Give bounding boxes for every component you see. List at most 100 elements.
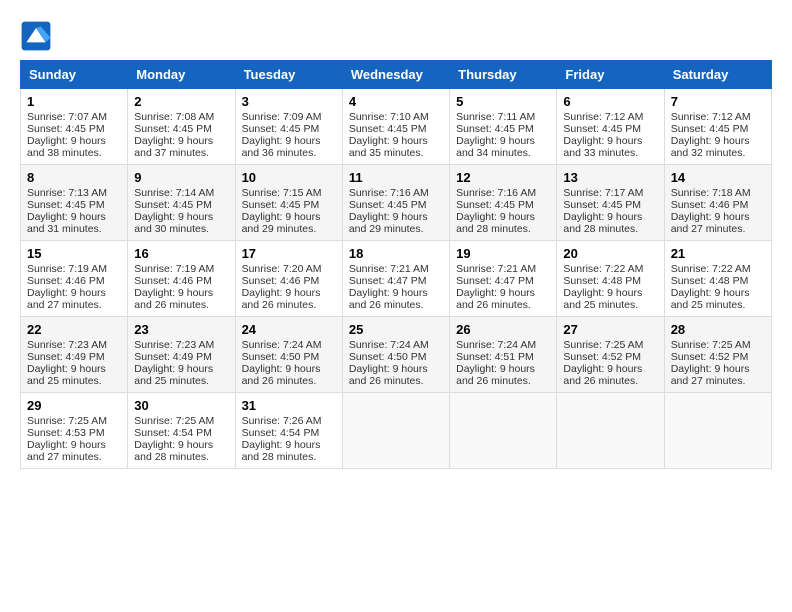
sunrise-label: Sunrise: 7:13 AM — [27, 187, 107, 199]
day-number: 29 — [27, 398, 121, 413]
day-number: 28 — [671, 322, 765, 337]
sunrise-label: Sunrise: 7:21 AM — [456, 263, 536, 275]
day-number: 2 — [134, 94, 228, 109]
sunrise-label: Sunrise: 7:25 AM — [671, 339, 751, 351]
daylight-minutes: and 26 minutes. — [134, 299, 209, 311]
day-number: 1 — [27, 94, 121, 109]
sunset-label: Sunset: 4:45 PM — [456, 123, 534, 135]
daylight-label: Daylight: 9 hours — [242, 363, 321, 375]
daylight-label: Daylight: 9 hours — [456, 135, 535, 147]
day-number: 30 — [134, 398, 228, 413]
sunrise-label: Sunrise: 7:12 AM — [563, 111, 643, 123]
daylight-minutes: and 33 minutes. — [563, 147, 638, 159]
daylight-minutes: and 26 minutes. — [349, 299, 424, 311]
day-number: 19 — [456, 246, 550, 261]
daylight-label: Daylight: 9 hours — [671, 211, 750, 223]
calendar-cell: 3 Sunrise: 7:09 AM Sunset: 4:45 PM Dayli… — [235, 89, 342, 165]
sunrise-label: Sunrise: 7:19 AM — [27, 263, 107, 275]
day-number: 18 — [349, 246, 443, 261]
day-number: 12 — [456, 170, 550, 185]
daylight-label: Daylight: 9 hours — [671, 287, 750, 299]
calendar-cell: 14 Sunrise: 7:18 AM Sunset: 4:46 PM Dayl… — [664, 165, 771, 241]
daylight-label: Daylight: 9 hours — [134, 363, 213, 375]
sunrise-label: Sunrise: 7:09 AM — [242, 111, 322, 123]
calendar-cell — [664, 393, 771, 469]
day-number: 6 — [563, 94, 657, 109]
daylight-label: Daylight: 9 hours — [27, 135, 106, 147]
sunrise-label: Sunrise: 7:12 AM — [671, 111, 751, 123]
daylight-minutes: and 28 minutes. — [134, 451, 209, 463]
sunset-label: Sunset: 4:51 PM — [456, 351, 534, 363]
day-header-sunday: Sunday — [21, 61, 128, 89]
calendar-cell: 4 Sunrise: 7:10 AM Sunset: 4:45 PM Dayli… — [342, 89, 449, 165]
sunset-label: Sunset: 4:45 PM — [27, 199, 105, 211]
sunset-label: Sunset: 4:52 PM — [671, 351, 749, 363]
sunset-label: Sunset: 4:45 PM — [242, 123, 320, 135]
daylight-label: Daylight: 9 hours — [349, 211, 428, 223]
calendar-week-row: 1 Sunrise: 7:07 AM Sunset: 4:45 PM Dayli… — [21, 89, 772, 165]
calendar-cell: 26 Sunrise: 7:24 AM Sunset: 4:51 PM Dayl… — [450, 317, 557, 393]
calendar-cell: 22 Sunrise: 7:23 AM Sunset: 4:49 PM Dayl… — [21, 317, 128, 393]
calendar-cell: 12 Sunrise: 7:16 AM Sunset: 4:45 PM Dayl… — [450, 165, 557, 241]
sunset-label: Sunset: 4:46 PM — [27, 275, 105, 287]
logo — [20, 20, 56, 52]
daylight-label: Daylight: 9 hours — [563, 363, 642, 375]
sunrise-label: Sunrise: 7:16 AM — [456, 187, 536, 199]
sunrise-label: Sunrise: 7:25 AM — [563, 339, 643, 351]
daylight-minutes: and 27 minutes. — [27, 299, 102, 311]
daylight-minutes: and 25 minutes. — [671, 299, 746, 311]
sunrise-label: Sunrise: 7:23 AM — [27, 339, 107, 351]
page-header — [20, 20, 772, 52]
sunset-label: Sunset: 4:45 PM — [134, 199, 212, 211]
calendar-header-row: SundayMondayTuesdayWednesdayThursdayFrid… — [21, 61, 772, 89]
sunrise-label: Sunrise: 7:16 AM — [349, 187, 429, 199]
sunrise-label: Sunrise: 7:21 AM — [349, 263, 429, 275]
daylight-minutes: and 26 minutes. — [563, 375, 638, 387]
daylight-label: Daylight: 9 hours — [563, 287, 642, 299]
daylight-minutes: and 31 minutes. — [27, 223, 102, 235]
sunrise-label: Sunrise: 7:19 AM — [134, 263, 214, 275]
daylight-minutes: and 37 minutes. — [134, 147, 209, 159]
daylight-label: Daylight: 9 hours — [456, 287, 535, 299]
sunrise-label: Sunrise: 7:20 AM — [242, 263, 322, 275]
daylight-label: Daylight: 9 hours — [671, 363, 750, 375]
sunrise-label: Sunrise: 7:10 AM — [349, 111, 429, 123]
daylight-minutes: and 25 minutes. — [134, 375, 209, 387]
day-number: 23 — [134, 322, 228, 337]
day-number: 26 — [456, 322, 550, 337]
day-number: 31 — [242, 398, 336, 413]
daylight-minutes: and 27 minutes. — [27, 451, 102, 463]
calendar-cell: 27 Sunrise: 7:25 AM Sunset: 4:52 PM Dayl… — [557, 317, 664, 393]
sunset-label: Sunset: 4:54 PM — [134, 427, 212, 439]
calendar-cell: 6 Sunrise: 7:12 AM Sunset: 4:45 PM Dayli… — [557, 89, 664, 165]
day-number: 5 — [456, 94, 550, 109]
calendar-cell: 24 Sunrise: 7:24 AM Sunset: 4:50 PM Dayl… — [235, 317, 342, 393]
daylight-minutes: and 28 minutes. — [563, 223, 638, 235]
day-number: 11 — [349, 170, 443, 185]
sunset-label: Sunset: 4:45 PM — [134, 123, 212, 135]
calendar-cell: 5 Sunrise: 7:11 AM Sunset: 4:45 PM Dayli… — [450, 89, 557, 165]
daylight-label: Daylight: 9 hours — [242, 135, 321, 147]
calendar-cell: 8 Sunrise: 7:13 AM Sunset: 4:45 PM Dayli… — [21, 165, 128, 241]
daylight-label: Daylight: 9 hours — [242, 287, 321, 299]
calendar-table: SundayMondayTuesdayWednesdayThursdayFrid… — [20, 60, 772, 469]
sunset-label: Sunset: 4:47 PM — [456, 275, 534, 287]
sunrise-label: Sunrise: 7:18 AM — [671, 187, 751, 199]
sunset-label: Sunset: 4:48 PM — [671, 275, 749, 287]
calendar-week-row: 15 Sunrise: 7:19 AM Sunset: 4:46 PM Dayl… — [21, 241, 772, 317]
calendar-cell: 17 Sunrise: 7:20 AM Sunset: 4:46 PM Dayl… — [235, 241, 342, 317]
day-number: 17 — [242, 246, 336, 261]
daylight-label: Daylight: 9 hours — [563, 135, 642, 147]
day-number: 25 — [349, 322, 443, 337]
sunrise-label: Sunrise: 7:11 AM — [456, 111, 535, 123]
calendar-week-row: 29 Sunrise: 7:25 AM Sunset: 4:53 PM Dayl… — [21, 393, 772, 469]
sunset-label: Sunset: 4:45 PM — [349, 123, 427, 135]
calendar-cell: 21 Sunrise: 7:22 AM Sunset: 4:48 PM Dayl… — [664, 241, 771, 317]
daylight-minutes: and 27 minutes. — [671, 375, 746, 387]
sunset-label: Sunset: 4:45 PM — [671, 123, 749, 135]
daylight-label: Daylight: 9 hours — [349, 135, 428, 147]
day-number: 20 — [563, 246, 657, 261]
sunrise-label: Sunrise: 7:22 AM — [671, 263, 751, 275]
daylight-label: Daylight: 9 hours — [134, 439, 213, 451]
daylight-minutes: and 32 minutes. — [671, 147, 746, 159]
